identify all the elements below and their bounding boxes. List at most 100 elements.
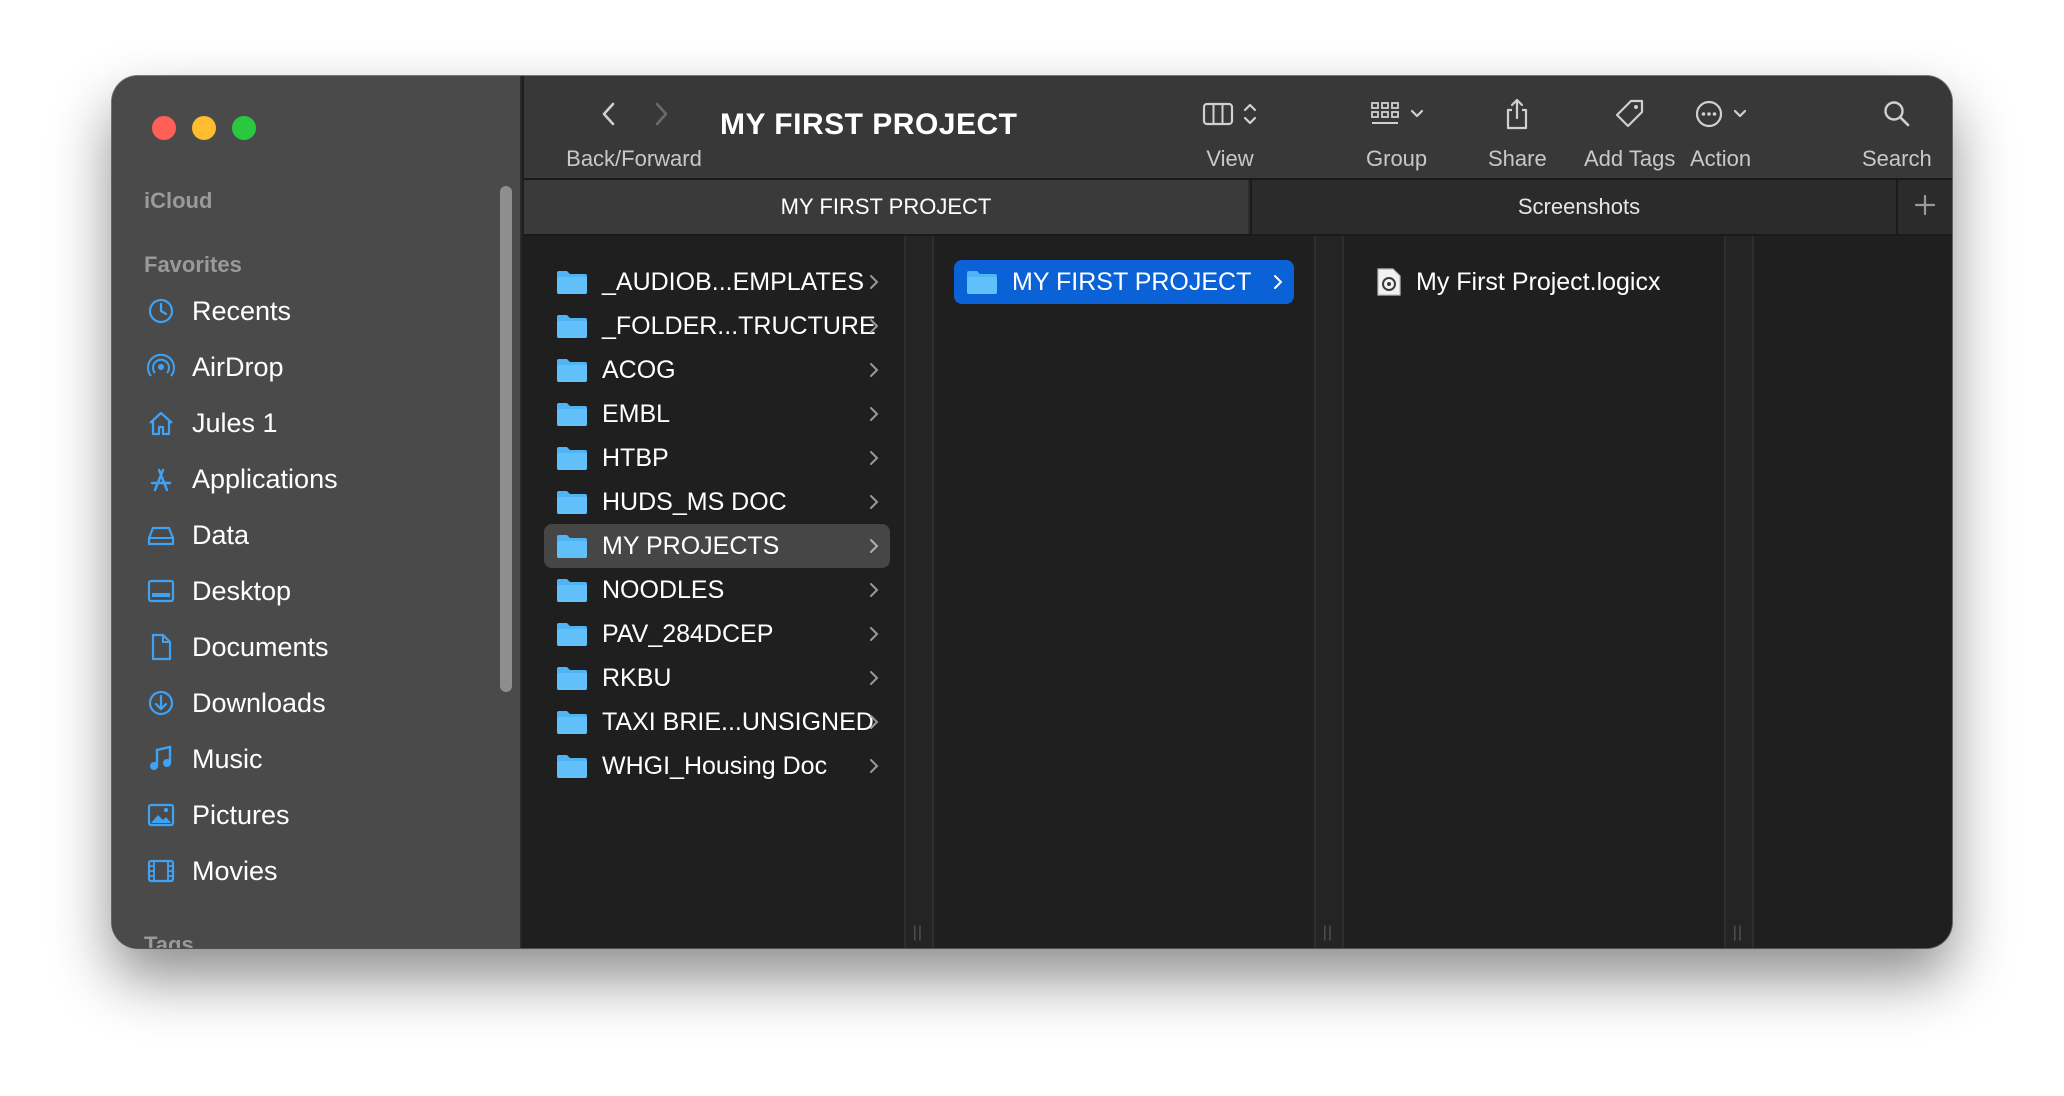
sidebar-section-icloud[interactable]: iCloud [144, 188, 212, 214]
column-divider[interactable]: || [1314, 236, 1342, 948]
list-item[interactable]: PAV_284DCEP [544, 612, 890, 656]
search-button[interactable]: Search [1862, 96, 1932, 172]
sidebar-section-tags[interactable]: Tags [144, 932, 194, 948]
column-divider[interactable]: || [904, 236, 932, 948]
drive-icon [146, 520, 176, 550]
list-item[interactable]: TAXI BRIE...UNSIGNED [544, 700, 890, 744]
list-item-label: ACOG [602, 355, 676, 384]
sidebar-item-documents[interactable]: Documents [146, 622, 329, 672]
list-item[interactable]: _FOLDER...TRUCTURE [544, 304, 890, 348]
chevron-right-icon [870, 407, 879, 421]
sidebar-item-pictures[interactable]: Pictures [146, 790, 290, 840]
folder-icon [557, 359, 587, 382]
movies-icon [146, 856, 176, 886]
group-grid-icon [1369, 100, 1401, 133]
back-forward-control: Back/Forward [554, 96, 714, 172]
folder-icon [557, 535, 587, 558]
list-item-selected[interactable]: MY FIRST PROJECT [954, 260, 1294, 304]
list-item[interactable]: HUDS_MS DOC [544, 480, 890, 524]
minimize-window-button[interactable] [192, 116, 216, 140]
forward-arrow-icon[interactable] [650, 100, 672, 133]
window-title: MY FIRST PROJECT [720, 108, 1018, 141]
close-window-button[interactable] [152, 116, 176, 140]
list-item[interactable]: EMBL [544, 392, 890, 436]
list-item[interactable]: HTBP [544, 436, 890, 480]
sidebar-item-label: Documents [192, 631, 329, 662]
sidebar-item-desktop[interactable]: Desktop [146, 566, 291, 616]
add-tags-button[interactable]: Add Tags [1584, 96, 1675, 172]
list-item[interactable]: _AUDIOB...EMPLATES [544, 260, 890, 304]
list-item[interactable]: WHGI_Housing Doc [544, 744, 890, 788]
traffic-lights [152, 116, 256, 140]
list-item-label: _AUDIOB...EMPLATES [602, 267, 865, 296]
sidebar-section-favorites[interactable]: Favorites [144, 252, 242, 278]
chevron-right-icon [870, 451, 879, 465]
chevron-right-icon [870, 671, 879, 685]
chevron-right-icon [870, 759, 879, 773]
tab-bar: MY FIRST PROJECT Screenshots [524, 180, 1952, 236]
chevron-right-icon [1274, 275, 1283, 289]
list-item-label: WHGI_Housing Doc [602, 751, 828, 780]
share-label: Share [1488, 146, 1547, 171]
sidebar: iCloud Favorites Recents AirDrop Jules 1… [112, 76, 522, 948]
finder-window: iCloud Favorites Recents AirDrop Jules 1… [112, 76, 1952, 948]
column-empty [1754, 236, 1952, 948]
airdrop-icon [146, 352, 176, 382]
list-item[interactable]: RKBU [544, 656, 890, 700]
list-item-label: RKBU [602, 663, 672, 692]
sidebar-item-label: Music [192, 743, 263, 774]
sidebar-scrollbar[interactable] [500, 186, 512, 692]
sidebar-item-data[interactable]: Data [146, 510, 249, 560]
list-item-label: My First Project.logicx [1416, 267, 1661, 296]
chevron-down-icon [1409, 107, 1425, 125]
sidebar-item-applications[interactable]: Applications [146, 454, 338, 504]
home-icon [146, 408, 176, 438]
share-icon [1503, 97, 1531, 136]
tab-screenshots[interactable]: Screenshots [1250, 180, 1906, 234]
folder-icon [557, 491, 587, 514]
list-item-label: TAXI BRIE...UNSIGNED [602, 707, 874, 736]
columns-view-icon [1202, 101, 1234, 132]
view-button[interactable]: View [1202, 96, 1258, 172]
up-down-chevron-icon [1242, 101, 1258, 132]
zoom-window-button[interactable] [232, 116, 256, 140]
toolbar: Back/Forward MY FIRST PROJECT View Group… [524, 76, 1952, 180]
download-icon [146, 688, 176, 718]
action-button[interactable]: Action [1690, 96, 1751, 172]
sidebar-item-label: Applications [192, 463, 338, 494]
list-item-file[interactable]: My First Project.logicx [1364, 260, 1704, 304]
resize-handle-icon[interactable]: || [913, 924, 923, 942]
new-tab-button[interactable] [1896, 180, 1952, 234]
plus-icon [1914, 194, 1936, 221]
search-icon [1882, 99, 1912, 134]
share-button[interactable]: Share [1488, 96, 1547, 172]
column-3: || My First Project.logicx [1344, 236, 1754, 948]
resize-handle-icon[interactable]: || [1733, 924, 1743, 942]
folder-icon [557, 711, 587, 734]
group-button[interactable]: Group [1366, 96, 1427, 172]
sidebar-item-airdrop[interactable]: AirDrop [146, 342, 284, 392]
sidebar-item-jules[interactable]: Jules 1 [146, 398, 278, 448]
pictures-icon [146, 800, 176, 830]
sidebar-item-label: Jules 1 [192, 407, 278, 438]
column-divider[interactable]: || [1724, 236, 1752, 948]
list-item-label: MY FIRST PROJECT [1012, 267, 1252, 296]
sidebar-item-label: Pictures [192, 799, 290, 830]
sidebar-item-label: Downloads [192, 687, 326, 718]
music-icon [146, 744, 176, 774]
list-item-highlighted[interactable]: MY PROJECTS [544, 524, 890, 568]
sidebar-item-label: Data [192, 519, 250, 550]
list-item[interactable]: ACOG [544, 348, 890, 392]
list-item[interactable]: NOODLES [544, 568, 890, 612]
sidebar-item-downloads[interactable]: Downloads [146, 678, 326, 728]
resize-handle-icon[interactable]: || [1323, 924, 1333, 942]
chevron-right-icon [870, 583, 879, 597]
back-arrow-icon[interactable] [598, 100, 620, 133]
sidebar-item-movies[interactable]: Movies [146, 846, 278, 896]
add-tags-label: Add Tags [1584, 146, 1676, 171]
ellipsis-circle-icon [1694, 99, 1724, 134]
tab-my-first-project[interactable]: MY FIRST PROJECT [524, 180, 1248, 234]
sidebar-item-recents[interactable]: Recents [146, 286, 291, 336]
sidebar-item-music[interactable]: Music [146, 734, 263, 784]
list-item-label: MY PROJECTS [602, 531, 780, 560]
